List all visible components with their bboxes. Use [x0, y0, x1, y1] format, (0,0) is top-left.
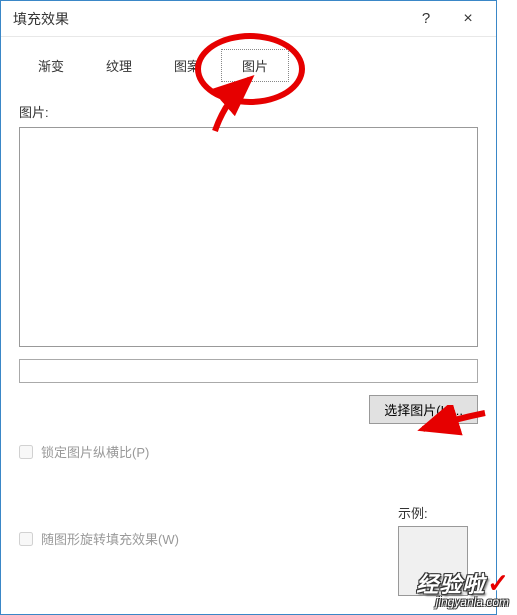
dialog-title: 填充效果 — [13, 9, 406, 29]
picture-label: 图片: — [19, 102, 478, 121]
tab-pattern[interactable]: 图案 — [153, 49, 221, 82]
select-row: 选择图片(L)... — [19, 395, 478, 424]
picture-preview — [19, 127, 478, 347]
sample-group: 示例: — [398, 503, 468, 596]
rotate-fill-checkbox[interactable] — [19, 532, 33, 546]
tab-picture[interactable]: 图片 — [221, 49, 289, 82]
sample-label: 示例: — [398, 503, 468, 522]
tab-strip: 渐变 纹理 图案 图片 — [1, 37, 496, 82]
lock-aspect-checkbox[interactable] — [19, 445, 33, 459]
select-picture-button[interactable]: 选择图片(L)... — [369, 395, 478, 424]
lock-aspect-label: 锁定图片纵横比(P) — [41, 442, 149, 461]
picture-path-input[interactable] — [19, 359, 478, 383]
help-button[interactable]: ? — [406, 10, 446, 27]
fill-effects-dialog: 填充效果 ? × 渐变 纹理 图案 图片 图片: 选择图片(L)... 锁定图片… — [0, 0, 497, 615]
sample-preview — [398, 526, 468, 596]
content-area: 图片: 选择图片(L)... 锁定图片纵横比(P) 随图形旋转填充效果(W) — [1, 82, 496, 548]
lock-aspect-row: 锁定图片纵横比(P) — [19, 442, 478, 461]
close-button[interactable]: × — [446, 10, 490, 28]
titlebar: 填充效果 ? × — [1, 1, 496, 37]
rotate-fill-label: 随图形旋转填充效果(W) — [41, 529, 179, 548]
tab-texture[interactable]: 纹理 — [85, 49, 153, 82]
tab-gradient[interactable]: 渐变 — [17, 49, 85, 82]
